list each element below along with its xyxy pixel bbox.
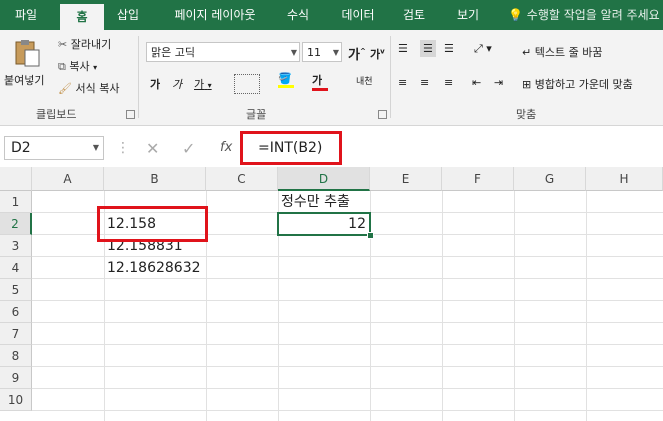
format-painter-button[interactable]: 🖌 서식 복사 [58,80,119,96]
cancel-icon[interactable]: ✕ [146,139,159,158]
col-header-e[interactable]: E [370,167,442,191]
merge-center-button[interactable]: ⊞ 병합하고 가운데 맞춤 [522,76,633,92]
bold-button[interactable]: 가 [150,76,160,92]
shrink-font-label: 가 [370,48,381,61]
ribbon-separator [138,36,139,118]
grow-font-button[interactable]: 가^ [348,44,366,63]
borders-icon[interactable] [234,74,260,94]
row-header-4[interactable]: 4 [0,257,32,279]
row-header-5[interactable]: 5 [0,279,32,301]
more-icon: ⋮ [116,140,130,156]
copy-button[interactable]: ⧉ 복사 ▾ [58,58,97,74]
cell-d1[interactable]: 정수만 추출 [278,191,370,213]
scissors-icon: ✂ [58,38,68,51]
font-color-label: 가 [312,74,323,87]
tell-me-text: 수행할 작업을 알려 주세요 [526,8,660,22]
format-painter-label: 서식 복사 [75,82,120,95]
row-header-6[interactable]: 6 [0,301,32,323]
cut-label: 잘라내기 [70,38,112,51]
merge-label: 병합하고 가운데 맞춤 [534,78,633,91]
phonetic-button[interactable]: 내천 [356,74,373,87]
clipboard-launcher-icon[interactable] [126,110,135,119]
font-size-combo[interactable]: 11 ▼ [302,42,342,62]
chevron-down-icon: ▼ [92,143,99,152]
fill-handle[interactable] [367,232,374,239]
highlight-box-cell [97,206,208,242]
tab-formulas[interactable]: 수식 [278,0,318,30]
font-group-label: 글꼴 [246,108,267,121]
col-header-f[interactable]: F [442,167,514,191]
orientation-icon[interactable]: ⤢ ▾ [474,42,492,56]
cut-button[interactable]: ✂ 잘라내기 [58,36,111,52]
fx-icon[interactable]: fx [220,140,232,155]
grow-font-label: 가 [348,48,360,63]
row-header-3[interactable]: 3 [0,235,32,257]
name-box-value: D2 [11,140,31,156]
col-header-a[interactable]: A [32,167,104,191]
cell-d2[interactable]: 12 [277,212,371,236]
align-center-icon[interactable]: ≡ [420,76,429,89]
align-right-icon[interactable]: ≡ [444,76,453,89]
col-header-g[interactable]: G [514,167,586,191]
col-header-c[interactable]: C [206,167,278,191]
row-header-2[interactable]: 2 [0,213,32,235]
paint-bucket-icon: 🪣 [278,72,292,85]
tab-home[interactable]: 홈 [60,4,104,30]
wrap-text-label: 텍스트 줄 바꿈 [534,46,603,59]
chevron-down-icon: ▼ [290,48,297,57]
copy-icon: ⧉ [58,60,66,73]
underline-button[interactable]: 가 ▾ [194,76,212,92]
italic-button[interactable]: 가 [172,76,182,92]
tab-data[interactable]: 데이터 [330,0,386,30]
tab-file[interactable]: 파일 [4,0,48,30]
underline-label: 가 [194,78,205,91]
merge-icon: ⊞ [522,78,532,91]
tab-review[interactable]: 검토 [394,0,434,30]
font-color-button[interactable]: 가 [312,72,328,91]
tab-insert[interactable]: 삽입 [106,0,150,30]
select-all-corner[interactable] [0,167,32,191]
row-header-1[interactable]: 1 [0,191,32,213]
fill-color-button[interactable]: 🪣 [278,72,294,88]
row-header-8[interactable]: 8 [0,345,32,367]
font-launcher-icon[interactable] [378,110,387,119]
tab-page-layout[interactable]: 페이지 레이아웃 [160,0,270,30]
increase-indent-icon[interactable]: ⇥ [494,76,503,89]
paste-icon[interactable] [12,38,44,68]
alignment-group-label: 맞춤 [516,108,537,121]
enter-icon[interactable]: ✓ [182,139,195,158]
cell-b4[interactable]: 12.18628632 [104,257,206,279]
row-header-10[interactable]: 10 [0,389,32,411]
tab-view[interactable]: 보기 [448,0,488,30]
name-box[interactable]: D2 ▼ [4,136,104,160]
align-bottom-icon[interactable]: ☰ [444,42,454,55]
ribbon-separator [390,36,391,118]
align-middle-icon[interactable]: ☰ [420,40,436,57]
paste-button[interactable]: 붙여넣기 [4,72,44,88]
font-name-combo[interactable]: 맑은 고딕 ▼ [146,42,300,62]
copy-label: 복사 [69,60,90,73]
row-header-9[interactable]: 9 [0,367,32,389]
font-size-value: 11 [307,46,321,59]
col-header-h[interactable]: H [586,167,663,191]
decrease-indent-icon[interactable]: ⇤ [472,76,481,89]
wrap-text-button[interactable]: ↵ 텍스트 줄 바꿈 [522,44,602,60]
align-top-icon[interactable]: ☰ [398,42,408,55]
col-header-b[interactable]: B [104,167,206,191]
row-header-7[interactable]: 7 [0,323,32,345]
font-name-value: 맑은 고딕 [151,46,195,59]
wrap-text-icon: ↵ [522,46,532,59]
tell-me-box[interactable]: 💡 수행할 작업을 알려 주세요 [508,0,660,30]
ribbon-tab-bar: 파일 홈 삽입 페이지 레이아웃 수식 데이터 검토 보기 💡 수행할 작업을 … [0,0,663,30]
col-header-d[interactable]: D [278,167,370,191]
shrink-font-button[interactable]: 가v [370,46,385,62]
highlight-box-formula [240,131,342,165]
align-left-icon[interactable]: ≡ [398,76,407,89]
brush-icon: 🖌 [58,82,72,95]
lightbulb-icon: 💡 [508,8,523,22]
chevron-down-icon: ▼ [332,48,339,57]
clipboard-group-label: 클립보드 [36,108,77,121]
